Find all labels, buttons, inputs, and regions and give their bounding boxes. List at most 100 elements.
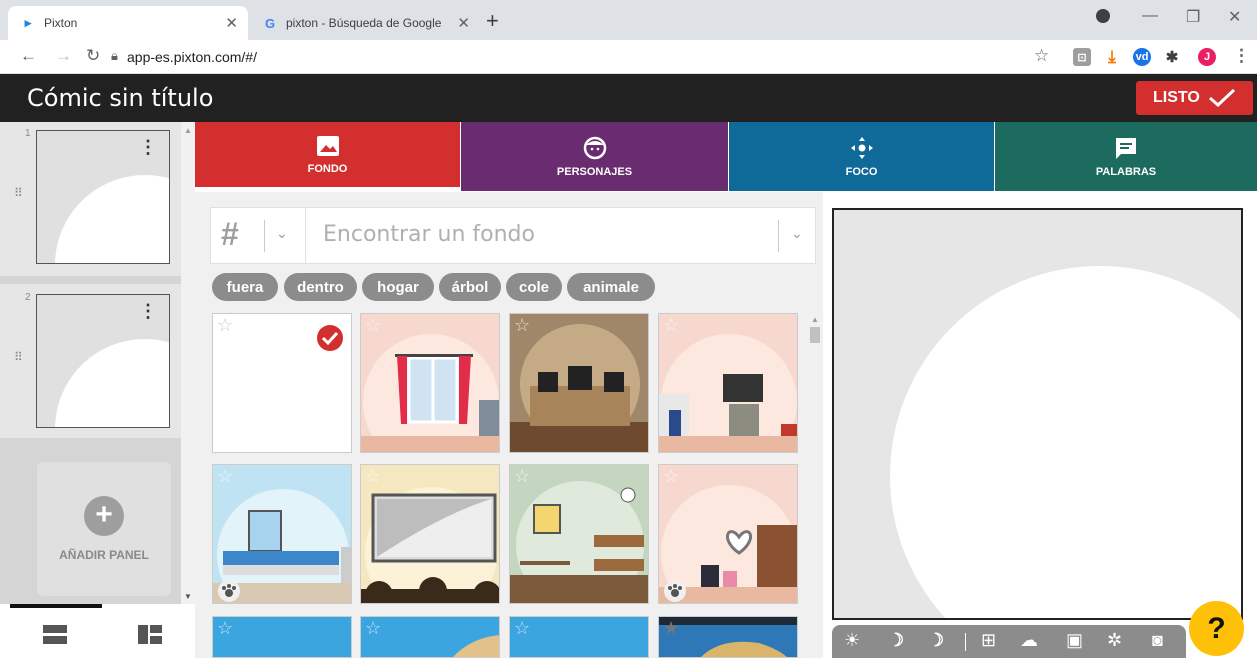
- sun-icon[interactable]: ☀: [844, 630, 860, 651]
- close-icon[interactable]: ✕: [225, 14, 238, 32]
- tag-arbol[interactable]: árbol: [439, 273, 501, 301]
- panel-menu-icon[interactable]: ⋮: [139, 301, 157, 322]
- background-thumb-bedroom[interactable]: ☆: [212, 464, 352, 604]
- google-g-icon: G: [264, 15, 276, 31]
- browser-tab-bar: ▸ Pixton ✕ G pixton - Búsqueda de Google…: [0, 0, 1257, 40]
- lock-icon[interactable]: 🔒︎: [111, 48, 118, 64]
- tab-fondo[interactable]: FONDO: [195, 122, 460, 191]
- reload-icon[interactable]: ↻: [86, 46, 100, 66]
- puzzle-extensions-icon[interactable]: ✱: [1163, 48, 1181, 66]
- address-bar: ← → ↻ 🔒︎ app-es.pixton.com/#/ ☆ ⊡ ⤓ vd ✱…: [0, 40, 1257, 74]
- panel-preview[interactable]: [832, 208, 1243, 620]
- background-thumb-classroom[interactable]: ☆: [360, 464, 500, 604]
- tab-label: FOCO: [845, 165, 878, 178]
- menu-kebab-icon[interactable]: ⋮: [1233, 46, 1250, 66]
- background-thumb-tv-room[interactable]: ☆: [658, 313, 798, 453]
- background-thumb-sky[interactable]: ☆: [212, 616, 352, 658]
- paw-icon: [664, 580, 686, 602]
- hashtag-icon[interactable]: #: [221, 216, 239, 253]
- background-thumb-map[interactable]: ★: [658, 616, 798, 658]
- forward-icon[interactable]: →: [55, 46, 72, 66]
- grid-scrollbar[interactable]: ▲: [808, 313, 822, 658]
- tab-foco[interactable]: FOCO: [729, 122, 994, 191]
- search-dropdown-icon[interactable]: ⌄: [791, 225, 803, 242]
- app-header: Cómic sin título LISTO: [0, 74, 1257, 122]
- image-tool-icon[interactable]: ▣: [1066, 630, 1083, 651]
- restore-icon[interactable]: ❐: [1186, 7, 1200, 27]
- comic-title[interactable]: Cómic sin título: [27, 84, 213, 112]
- minimize-icon[interactable]: —: [1142, 7, 1158, 25]
- done-button[interactable]: LISTO: [1136, 81, 1253, 115]
- close-icon[interactable]: ✕: [457, 14, 470, 32]
- panel-thumbnail[interactable]: ⋮: [36, 130, 170, 264]
- panel-row[interactable]: 2 ⋮ ⠿: [0, 284, 181, 438]
- tab-pixton[interactable]: ▸ Pixton ✕: [8, 6, 248, 40]
- panel-thumbnail[interactable]: ⋮: [36, 294, 170, 428]
- cloud-icon[interactable]: ☁: [1020, 630, 1038, 651]
- rows-layout-icon[interactable]: [43, 625, 67, 645]
- favorite-star-icon[interactable]: ☆: [217, 315, 233, 336]
- active-indicator: [10, 604, 102, 608]
- panel-menu-icon[interactable]: ⋮: [139, 137, 157, 158]
- favorite-star-icon[interactable]: ☆: [514, 466, 530, 487]
- speech-icon: [1116, 137, 1136, 159]
- background-thumb-office[interactable]: ☆: [509, 313, 649, 453]
- panel-strip: 1 ⠿ ⋮ 2 ⋮ ⠿ + AÑADIR PANEL ▲ ▼: [0, 122, 195, 658]
- tag-dentro[interactable]: dentro: [284, 273, 357, 301]
- favorite-star-icon[interactable]: ★: [663, 618, 679, 639]
- background-thumb-dorm[interactable]: ☆: [509, 464, 649, 604]
- tab-label: FONDO: [307, 162, 348, 175]
- strip-scrollbar[interactable]: ▲ ▼: [181, 122, 195, 605]
- favorite-star-icon[interactable]: ☆: [217, 618, 233, 639]
- tag-fuera[interactable]: fuera: [212, 273, 278, 301]
- background-thumb-sky-2[interactable]: ☆: [509, 616, 649, 658]
- background-thumb-blank[interactable]: ☆: [212, 313, 352, 453]
- account-dot-icon[interactable]: [1096, 9, 1110, 23]
- background-thumb-sky-cliff[interactable]: ☆: [360, 616, 500, 658]
- focus-icon[interactable]: ✲: [1107, 630, 1122, 651]
- favorite-star-icon[interactable]: ☆: [663, 466, 679, 487]
- back-icon[interactable]: ←: [20, 46, 37, 66]
- layout-bar: [0, 604, 195, 658]
- bookmark-star-icon[interactable]: ☆: [1034, 46, 1049, 66]
- hashtag-dropdown-icon[interactable]: ⌄: [276, 225, 288, 242]
- drag-handle-icon[interactable]: ⠿: [14, 186, 23, 200]
- camera-icon[interactable]: ◙: [1152, 630, 1163, 651]
- favorite-star-icon[interactable]: ☆: [217, 466, 233, 487]
- favorite-star-icon[interactable]: ☆: [365, 466, 381, 487]
- add-frame-icon[interactable]: ⊞: [981, 630, 996, 651]
- panel-row[interactable]: 1 ⠿ ⋮: [0, 122, 181, 276]
- pixton-logo-icon: ▸: [24, 15, 32, 30]
- moon-icon[interactable]: ☽: [888, 630, 904, 651]
- face-icon: [583, 136, 606, 159]
- window-close-icon[interactable]: ✕: [1228, 7, 1241, 27]
- tab-palabras[interactable]: PALABRAS: [995, 122, 1257, 191]
- url-text[interactable]: app-es.pixton.com/#/: [127, 49, 257, 65]
- download-icon[interactable]: ⤓: [1103, 47, 1121, 66]
- grid-layout-icon[interactable]: [138, 625, 162, 645]
- tab-personajes[interactable]: PERSONAJES: [461, 122, 728, 191]
- tab-google[interactable]: G pixton - Búsqueda de Google ✕: [250, 6, 480, 40]
- help-button[interactable]: ?: [1189, 601, 1244, 656]
- vd-extension-icon[interactable]: vd: [1133, 48, 1151, 66]
- tag-cole[interactable]: cole: [506, 273, 562, 301]
- favorite-star-icon[interactable]: ☆: [514, 315, 530, 336]
- favorite-star-icon[interactable]: ☆: [365, 315, 381, 336]
- background-thumb-kid-room[interactable]: ☆: [658, 464, 798, 604]
- new-tab-icon[interactable]: +: [486, 8, 499, 34]
- tag-hogar[interactable]: hogar: [362, 273, 434, 301]
- favorite-star-icon[interactable]: ☆: [514, 618, 530, 639]
- drag-handle-icon[interactable]: ⠿: [14, 350, 23, 364]
- search-input[interactable]: [323, 222, 763, 247]
- moon-dark-icon[interactable]: ☽: [928, 630, 944, 651]
- tab-title: Pixton: [44, 16, 78, 30]
- favorite-star-icon[interactable]: ☆: [365, 618, 381, 639]
- tag-animale[interactable]: animale: [567, 273, 655, 301]
- background-thumb-window-room[interactable]: ☆: [360, 313, 500, 453]
- pdf-extension-icon[interactable]: ⊡: [1073, 48, 1091, 66]
- favorite-star-icon[interactable]: ☆: [663, 315, 679, 336]
- tab-label: PALABRAS: [1095, 165, 1157, 178]
- panel-number: 1: [25, 128, 31, 139]
- add-panel-button[interactable]: + AÑADIR PANEL: [37, 462, 171, 596]
- profile-avatar[interactable]: J: [1198, 48, 1216, 66]
